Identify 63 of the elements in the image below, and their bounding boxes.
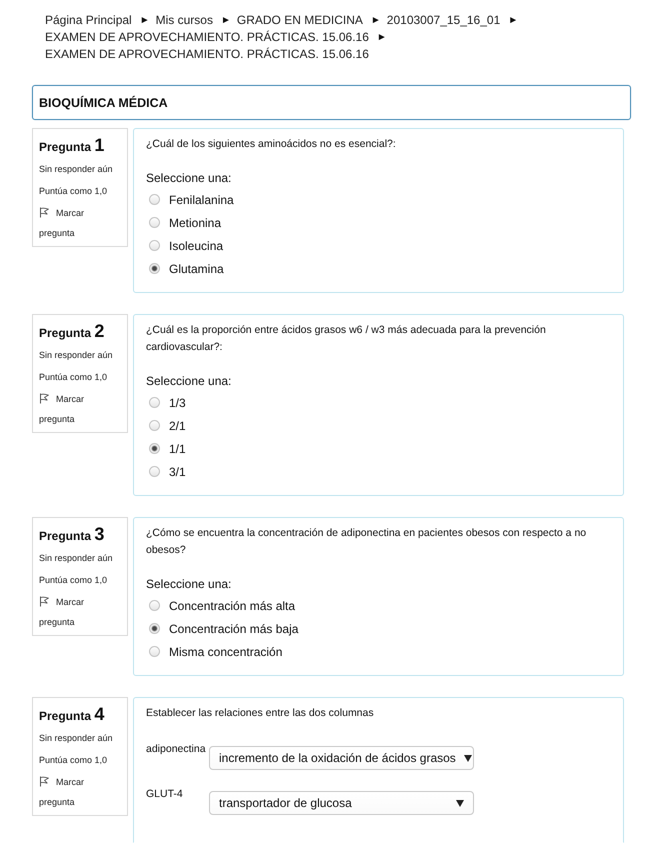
radio-button[interactable] — [149, 263, 160, 274]
option-label[interactable]: 1/3 — [169, 394, 186, 410]
option-label[interactable]: Metionina — [169, 214, 222, 230]
breadcrumb-link[interactable]: EXAMEN DE APROVECHAMIENTO. PRÁCTICAS. 15.06.16 — [45, 29, 369, 46]
question-number: Pregunta 2 — [39, 320, 106, 343]
caret-icon — [464, 754, 472, 762]
option-label[interactable]: Concentración más baja — [169, 620, 298, 636]
caret-icon — [456, 800, 464, 806]
answer-prompt: Seleccione una: — [146, 576, 232, 592]
breadcrumb-link[interactable]: Página Principal — [45, 12, 132, 29]
option-label[interactable]: 1/1 — [169, 440, 186, 456]
radio-button[interactable] — [149, 600, 160, 611]
option-label[interactable]: Isoleucina — [169, 238, 224, 254]
breadcrumb-separator: ► — [508, 14, 518, 28]
option-label[interactable]: 3/1 — [169, 464, 186, 480]
breadcrumb-link[interactable]: Mis cursos — [156, 12, 213, 29]
answer-dropdown[interactable]: transportador de glucosa — [209, 791, 474, 815]
option-label[interactable]: Concentración más alta — [169, 598, 296, 614]
radio-button[interactable] — [149, 623, 160, 634]
question-status: Sin responder aún — [39, 732, 114, 745]
option-label[interactable]: Glutamina — [169, 260, 224, 276]
question-status: Sin responder aún — [39, 552, 114, 565]
flag-question-link[interactable]: Marcar pregunta — [39, 389, 101, 429]
radio-button[interactable] — [149, 420, 160, 431]
option-label[interactable]: 2/1 — [169, 418, 186, 434]
radio-button[interactable] — [149, 443, 160, 454]
answer-prompt: Seleccione una: — [146, 373, 232, 389]
question-number: Pregunta 1 — [39, 134, 106, 157]
breadcrumb-separator: ► — [376, 31, 387, 45]
radio-button[interactable] — [149, 217, 160, 228]
question-text: ¿Cómo se encuentra la concentración de adiponectina en pacientes obesos con respecto a no obesos? — [146, 526, 588, 558]
question-number: Pregunta 3 — [39, 523, 106, 546]
question-text: Establecer las relaciones entre las dos columnas — [146, 706, 375, 721]
radio-button[interactable] — [149, 646, 160, 657]
section-heading: BIOQUÍMICA MÉDICA — [32, 85, 631, 120]
breadcrumb-link[interactable]: 20103007_15_16_01 — [386, 12, 500, 29]
flag-question-link[interactable]: Marcar pregunta — [39, 772, 101, 812]
question-number: Pregunta 4 — [39, 703, 106, 726]
question-grade: Puntúa como 1,0 — [39, 371, 108, 384]
option-label[interactable]: Fenilalanina — [169, 192, 234, 208]
breadcrumb-current: EXAMEN DE APROVECHAMIENTO. PRÁCTICAS. 15.06.16 — [45, 46, 369, 63]
radio-button[interactable] — [149, 240, 160, 251]
flag-question-link[interactable]: Marcar pregunta — [39, 203, 101, 243]
answer-prompt: Seleccione una: — [146, 170, 232, 186]
radio-button[interactable] — [149, 397, 160, 408]
match-stem: GLUT-4 — [146, 787, 184, 801]
radio-button[interactable] — [149, 466, 160, 477]
question-status: Sin responder aún — [39, 163, 114, 176]
breadcrumb-separator: ► — [140, 14, 150, 28]
question-grade: Puntúa como 1,0 — [39, 185, 108, 198]
breadcrumb-separator: ► — [370, 14, 381, 28]
breadcrumb-separator: ► — [220, 14, 231, 28]
flag-question-link[interactable]: Marcar pregunta — [39, 592, 101, 632]
match-stem: adiponectina — [146, 742, 207, 756]
answer-dropdown[interactable]: incremento de la oxidación de ácidos grasos — [209, 746, 474, 770]
breadcrumb-link[interactable]: GRADO EN MEDICINA — [236, 12, 363, 29]
question-status: Sin responder aún — [39, 349, 114, 362]
question-text: ¿Cuál es la proporción entre ácidos grasos w6 / w3 más adecuada para la prevención cardiovascular?: — [146, 323, 547, 355]
question-grade: Puntúa como 1,0 — [39, 574, 108, 587]
option-label[interactable]: Misma concentración — [169, 644, 282, 660]
question-grade: Puntúa como 1,0 — [39, 754, 108, 767]
question-text: ¿Cuál de los siguientes aminoácidos no es esencial?: — [146, 137, 397, 152]
radio-button[interactable] — [149, 194, 160, 205]
